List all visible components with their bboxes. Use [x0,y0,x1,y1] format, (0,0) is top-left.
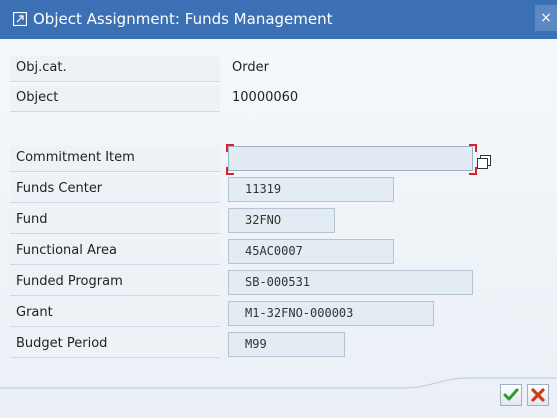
cancel-button[interactable] [527,384,549,406]
functional-area-field[interactable]: 45AC0007 [228,239,394,264]
close-icon: × [540,10,552,26]
close-button[interactable]: × [535,5,557,31]
cancel-icon [531,388,545,402]
required-marker-tr [469,144,477,152]
object-value: 10000060 [232,90,299,105]
funds-center-field[interactable]: 11319 [228,177,394,202]
budget-period-field[interactable]: M99 [228,332,345,357]
commitment-item-label: Commitment Item [16,150,135,165]
commitment-item-field[interactable] [228,146,473,171]
funded-program-field[interactable]: SB-000531 [228,270,473,295]
obj-cat-label: Obj.cat. [16,60,67,75]
copy-icon[interactable] [474,153,494,171]
obj-cat-value: Order [232,60,269,75]
checkmark-icon [503,388,519,401]
required-marker-tl [226,144,234,152]
functional-area-label: Functional Area [16,243,117,258]
footer-separator [0,377,557,389]
grant-field[interactable]: M1-32FNO-000003 [228,301,434,326]
fund-field[interactable]: 32FNO [228,208,335,233]
fund-label: Fund [16,212,48,227]
dialog-title: Object Assignment: Funds Management [33,10,333,28]
funded-program-label: Funded Program [16,274,123,289]
required-marker-bl [226,167,234,175]
dialog-icon [13,12,27,26]
confirm-button[interactable] [500,384,522,406]
object-label: Object [16,90,59,105]
budget-period-label: Budget Period [16,336,108,351]
grant-label: Grant [16,305,53,320]
funds-center-label: Funds Center [16,181,103,196]
dialog-title-bar: Object Assignment: Funds Management × [0,0,557,39]
